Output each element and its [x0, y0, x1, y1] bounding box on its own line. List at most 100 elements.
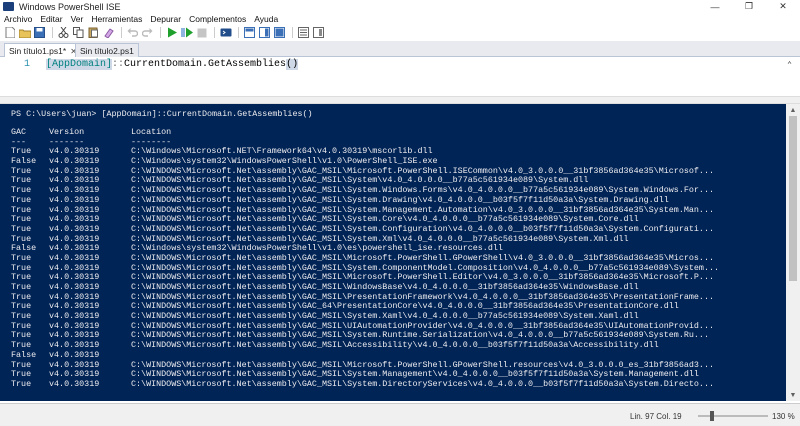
console-underline-row: --- ------- --------: [11, 137, 786, 148]
status-bar: Lin. 97 Col. 19 130 %: [0, 403, 800, 426]
pane-right-icon[interactable]: [258, 26, 271, 39]
tab-sin-titulo2[interactable]: Sin título2.ps1: [75, 43, 139, 57]
toolbar-separator: [292, 27, 293, 38]
toolbar-separator: [121, 27, 122, 38]
console-scrollbar[interactable]: ▲ ▼: [786, 104, 800, 401]
menu-bar: Archivo Editar Ver Herramientas Depurar …: [0, 13, 800, 25]
console-pane[interactable]: PS C:\Users\juan> [AppDomain]::CurrentDo…: [0, 104, 786, 401]
assembly-row: True v4.0.30319 C:\WINDOWS\Microsoft.Net\a…: [11, 253, 786, 264]
console-prompt: PS C:\Users\juan> [AppDomain]::CurrentDo…: [11, 109, 313, 119]
assembly-row: True v4.0.30319 C:\WINDOWS\Microsoft.Net\a…: [11, 340, 786, 351]
toolbar-separator: [160, 27, 161, 38]
location-value: C:\WINDOWS\Microsoft.Net\assembly\GAC_MS…: [131, 215, 639, 225]
tab-label: Sin título2.ps1: [80, 46, 134, 56]
redo-icon[interactable]: [141, 26, 154, 39]
location-value: C:\WINDOWS\Microsoft.Net\assembly\GAC_MS…: [131, 292, 714, 302]
remote-powershell-icon[interactable]: [219, 26, 232, 39]
cut-icon[interactable]: [57, 26, 70, 39]
script-editor[interactable]: 1 [AppDomain]::CurrentDomain.GetAssembli…: [0, 57, 800, 96]
scroll-up-icon[interactable]: ▲: [786, 104, 800, 116]
location-value: C:\WINDOWS\Microsoft.Net\assembly\GAC_MS…: [131, 341, 659, 351]
version-value: v4.0.30319: [49, 378, 100, 389]
tab-label: Sin título1.ps1*: [9, 46, 67, 56]
location-value: C:\WINDOWS\Microsoft.Net\assembly\GAC_64…: [131, 302, 679, 312]
menu-ayuda[interactable]: Ayuda: [250, 14, 282, 24]
assembly-row: False v4.0.30319 C:\Windows\system32\Windo…: [11, 156, 786, 167]
location-value: C:\WINDOWS\Microsoft.Net\assembly\GAC_MS…: [131, 166, 714, 176]
collapse-script-pane-icon[interactable]: ⌃: [787, 60, 792, 70]
close-icon[interactable]: ✕: [766, 0, 800, 13]
zoom-slider-thumb[interactable]: [710, 411, 714, 421]
zoom-level: 130 %: [772, 412, 795, 421]
code-line[interactable]: [AppDomain]::CurrentDomain.GetAssemblies…: [46, 59, 299, 70]
scroll-down-icon[interactable]: ▼: [786, 389, 800, 401]
toolbar-separator: [52, 27, 53, 38]
assembly-row: True v4.0.30319 C:\WINDOWS\Microsoft.Net\a…: [11, 176, 786, 186]
assembly-row: False v4.0.30319: [11, 350, 786, 361]
open-file-icon[interactable]: [18, 26, 31, 39]
location-value: [131, 351, 786, 361]
menu-depurar[interactable]: Depurar: [146, 14, 185, 24]
assembly-row: True v4.0.30319 C:\WINDOWS\Microsoft.Net\a…: [11, 292, 786, 303]
location-value: C:\WINDOWS\Microsoft.Net\assembly\GAC_MS…: [131, 321, 714, 331]
clear-console-icon[interactable]: [102, 26, 115, 39]
zoom-slider[interactable]: [698, 411, 768, 421]
assembly-row: True v4.0.30319 C:\WINDOWS\Microsoft.Net\a…: [11, 369, 786, 380]
run-script-icon[interactable]: [165, 26, 178, 39]
show-script-pane-icon[interactable]: [297, 26, 310, 39]
console-header-row: GAC Version Location: [11, 127, 786, 138]
menu-editar[interactable]: Editar: [36, 14, 66, 24]
command-addon-icon[interactable]: [312, 26, 325, 39]
assembly-row: True v4.0.30319 C:\WINDOWS\Microsoft.Net\a…: [11, 195, 786, 206]
location-value: C:\WINDOWS\Microsoft.Net\assembly\GAC_MS…: [131, 205, 714, 215]
minimize-icon[interactable]: —: [698, 0, 732, 13]
pane-top-icon[interactable]: [243, 26, 256, 39]
location-value: C:\Windows\system32\WindowsPowerShell\v1…: [131, 244, 503, 254]
assembly-row: True v4.0.30319 C:\WINDOWS\Microsoft.Net\a…: [11, 282, 786, 293]
code-type-token: [AppDomain]: [46, 59, 113, 70]
assembly-row: True v4.0.30319 C:\WINDOWS\Microsoft.Net\a…: [11, 263, 786, 274]
pane-splitter[interactable]: [0, 96, 800, 104]
run-selection-icon[interactable]: [180, 26, 193, 39]
toolbar-separator: [238, 27, 239, 38]
menu-archivo[interactable]: Archivo: [0, 14, 36, 24]
tab-sin-titulo1[interactable]: Sin título1.ps1* ✕: [4, 43, 82, 57]
assembly-row: True v4.0.30319 C:\WINDOWS\Microsoft.Net\a…: [11, 311, 786, 322]
location-value: C:\WINDOWS\Microsoft.Net\assembly\GAC_MS…: [131, 186, 714, 196]
location-value: C:\WINDOWS\Microsoft.Net\assembly\GAC_MS…: [131, 283, 639, 292]
code-member-token: CurrentDomain.GetAssemblies: [124, 59, 287, 70]
new-file-icon[interactable]: [3, 26, 16, 39]
assembly-row: True v4.0.30319 C:\WINDOWS\Microsoft.Net\a…: [11, 224, 786, 235]
assembly-row: True v4.0.30319 C:\WINDOWS\Microsoft.Net\a…: [11, 321, 786, 332]
assembly-row: True v4.0.30319 C:\WINDOWS\Microsoft.Net\a…: [11, 214, 786, 225]
location-value: C:\WINDOWS\Microsoft.Net\assembly\GAC_MS…: [131, 379, 714, 389]
assembly-row: False v4.0.30319 C:\Windows\system32\Windo…: [11, 244, 786, 254]
scroll-thumb[interactable]: [789, 116, 797, 281]
paste-icon[interactable]: [87, 26, 100, 39]
copy-icon[interactable]: [72, 26, 85, 39]
toolbar: [0, 25, 800, 40]
gac-value: True: [11, 378, 32, 389]
assembly-row: True v4.0.30319 C:\WINDOWS\Microsoft.Net\a…: [11, 302, 786, 312]
cursor-position: Lin. 97 Col. 19: [630, 412, 682, 421]
pane-maximize-icon[interactable]: [273, 26, 286, 39]
menu-complementos[interactable]: Complementos: [185, 14, 250, 24]
assembly-row: True v4.0.30319 C:\WINDOWS\Microsoft.Net\a…: [11, 166, 786, 177]
code-paren-token: (): [286, 59, 299, 70]
line-number: 1: [24, 59, 31, 70]
code-operator-token: ::: [112, 59, 125, 70]
assembly-row: True v4.0.30319 C:\WINDOWS\Microsoft.Net\a…: [11, 360, 786, 371]
maximize-icon[interactable]: ❐: [732, 0, 766, 13]
stop-icon[interactable]: [195, 26, 208, 39]
assembly-row: True v4.0.30319 C:\WINDOWS\Microsoft.Net\a…: [11, 273, 786, 283]
location-value: C:\WINDOWS\Microsoft.Net\assembly\GAC_MS…: [131, 224, 714, 234]
menu-ver[interactable]: Ver: [67, 14, 88, 24]
assembly-row: True v4.0.30319 C:\WINDOWS\Microsoft.Net\a…: [11, 378, 786, 390]
location-value: C:\WINDOWS\Microsoft.Net\assembly\GAC_MS…: [131, 253, 714, 263]
header-location: Location: [131, 128, 172, 137]
window-controls: — ❐ ✕: [698, 0, 800, 13]
menu-herramientas[interactable]: Herramientas: [87, 14, 146, 24]
undo-icon[interactable]: [126, 26, 139, 39]
location-value: C:\WINDOWS\Microsoft.Net\assembly\GAC_MS…: [131, 263, 720, 273]
save-icon[interactable]: [33, 26, 46, 39]
